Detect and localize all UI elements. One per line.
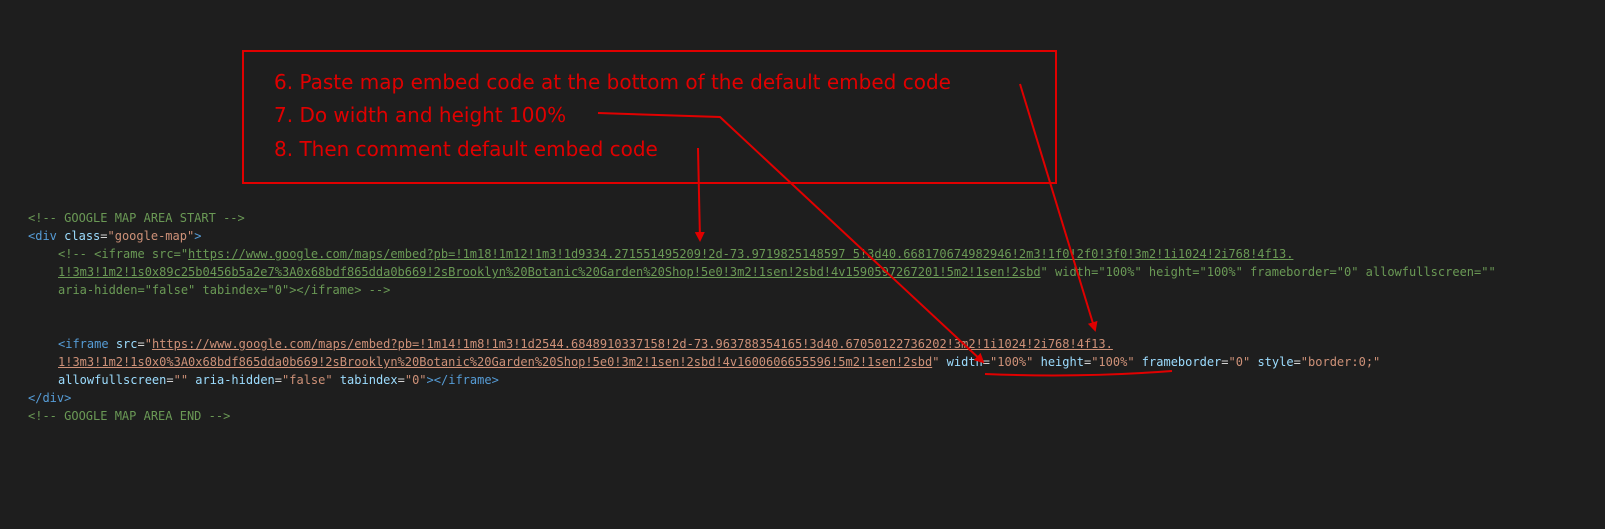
annotation-arrows	[597, 83, 1173, 377]
underline-width-height	[984, 370, 1173, 377]
arrow-step-8	[694, 147, 705, 242]
arrow-step-6	[1019, 83, 1098, 332]
arrow-step-7	[597, 112, 985, 364]
